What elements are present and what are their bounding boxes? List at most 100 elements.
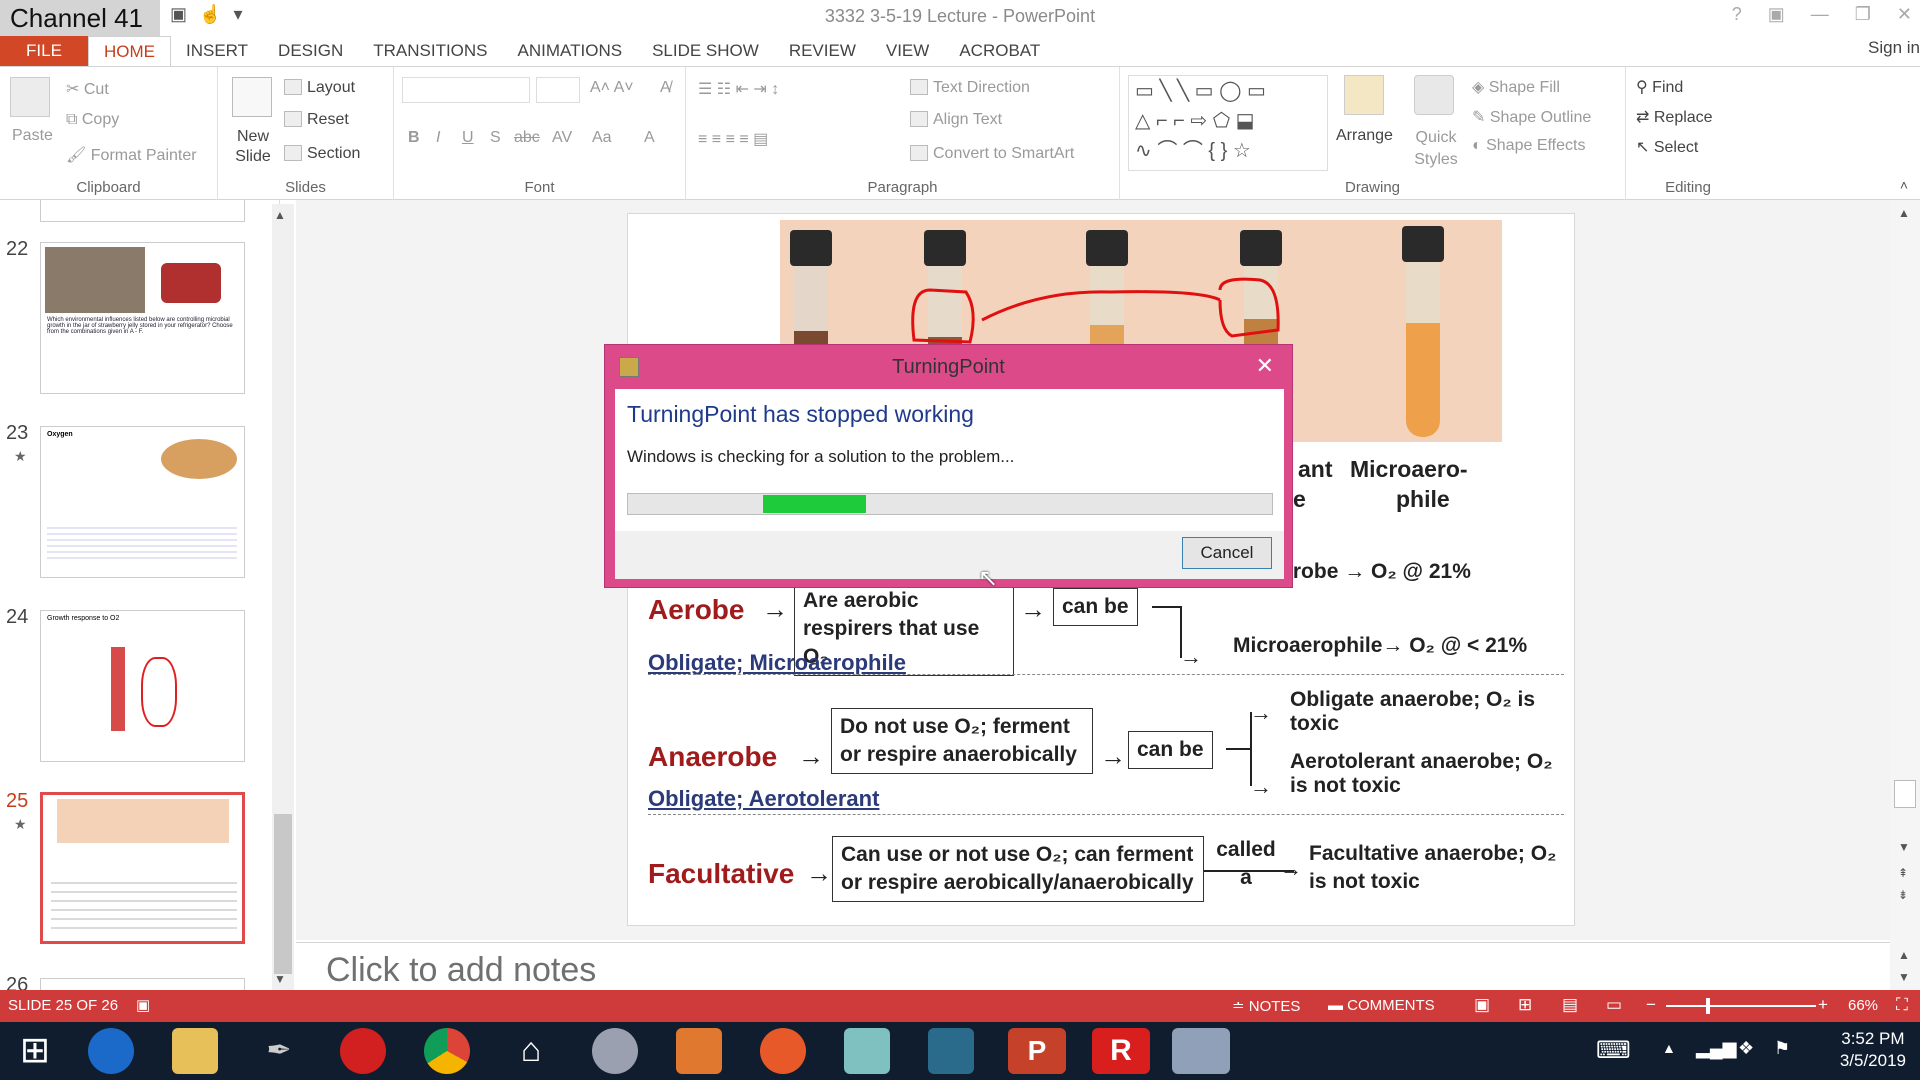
tab-transitions[interactable]: TRANSITIONS [358,36,502,66]
scroll-down-icon[interactable]: ▼ [274,972,286,986]
arrange-button[interactable]: Arrange [1336,127,1393,145]
slide-thumbnail-26[interactable] [40,978,245,990]
layout-button[interactable]: Layout [284,79,355,97]
zoom-out-button[interactable]: − [1646,995,1656,1015]
windows-start-icon[interactable]: ⊞ [12,1028,58,1074]
flag-icon[interactable]: ⚑ [1774,1038,1790,1059]
format-painter-button[interactable]: 🖌 Format Painter [66,145,197,165]
align-icons[interactable]: ≡ ≡ ≡ ≡ ▤ [698,129,768,149]
firefox-icon[interactable] [760,1028,806,1074]
font-size-select[interactable] [536,77,580,103]
select-button[interactable]: ↖ Select [1636,137,1698,157]
thumbnail-scrollbar[interactable]: ▲ ▼ [272,204,294,990]
notes-pane[interactable]: Click to add notes [296,942,1890,990]
scroll-up-icon[interactable]: ▲ [1898,206,1910,220]
scroll-down-icon[interactable]: ▼ [1898,970,1910,984]
turningpoint-icon[interactable] [1172,1028,1230,1074]
scroll-up-icon[interactable]: ▲ [274,208,286,222]
notes-toggle-button[interactable]: ≐ NOTES [1232,997,1300,1015]
slideshow-view-icon[interactable]: ▭ [1606,995,1622,1015]
system-clock[interactable]: 3:52 PM 3/5/2019 [1840,1028,1906,1072]
dropbox-icon[interactable]: ❖ [1738,1038,1754,1059]
keyboard-icon[interactable]: ⌨ [1596,1036,1631,1065]
slide-thumbnail-25[interactable] [40,792,245,944]
scroll-down-icon[interactable]: ▼ [1898,840,1910,854]
slide-thumbnail-21[interactable] [40,200,245,222]
tab-insert[interactable]: INSERT [171,36,263,66]
comments-toggle-button[interactable]: ▬ COMMENTS [1328,997,1435,1014]
dialog-close-button[interactable]: ✕ [1256,353,1274,379]
tab-slide-show[interactable]: SLIDE SHOW [637,36,774,66]
tray-expand-icon[interactable]: ▲ [1662,1040,1676,1056]
signal-icon[interactable]: ▂▄▆ [1696,1038,1736,1059]
ribbon-display-button[interactable]: ▣ [1768,4,1785,25]
help-button[interactable]: ? [1732,4,1742,25]
collapse-ribbon-icon[interactable]: ˄ [1900,177,1908,193]
char-spacing-button[interactable]: AV [552,129,572,147]
slide-thumbnail-23[interactable]: Oxygen [40,426,245,578]
section-button[interactable]: Section [284,145,360,163]
convert-smartart-button[interactable]: Convert to SmartArt [910,145,1074,163]
text-direction-button[interactable]: Text Direction [910,79,1030,97]
copy-button[interactable]: ⧉ Copy [66,111,119,129]
previous-slide-icon[interactable]: ⇞ [1898,866,1908,880]
sign-in-link[interactable]: Sign in [1868,38,1920,58]
find-button[interactable]: ⚲ Find [1636,77,1683,97]
slide-thumbnail-22[interactable]: Which environmental influences listed be… [40,242,245,394]
grow-font-icon[interactable]: A˄ A˅ [590,79,634,97]
quick-styles-button[interactable]: Quick Styles [1408,127,1464,171]
change-case-button[interactable]: Aa [592,129,612,147]
font-color-icon[interactable]: A [644,129,655,147]
shadow-button[interactable]: S [490,129,501,147]
zoom-slider-thumb[interactable] [1706,998,1710,1014]
zoom-slider[interactable] [1666,998,1816,1014]
scroll-up-icon[interactable]: ▲ [1898,948,1910,962]
fit-to-window-icon[interactable]: ⛶ [1896,995,1908,1015]
file-explorer-icon[interactable] [172,1028,218,1074]
maximize-button[interactable]: ❐ [1855,4,1871,25]
cut-button[interactable]: ✂ Cut [66,79,109,99]
tab-review[interactable]: REVIEW [774,36,871,66]
slide-scrollbar[interactable]: ▲ ▼ ⇞ ⇟ ▲ ▼ [1890,200,1920,990]
spelling-icon[interactable]: ▣ [136,996,150,1014]
replace-button[interactable]: ⇄ Replace [1636,107,1713,127]
align-text-button[interactable]: Align Text [910,111,1002,129]
underline-button[interactable]: U [462,129,474,147]
tab-view[interactable]: VIEW [871,36,944,66]
r-app-icon[interactable]: R [1092,1028,1150,1074]
chrome-icon[interactable] [424,1028,470,1074]
shape-outline-button[interactable]: ✎ Shape Outline [1472,107,1591,127]
tab-animations[interactable]: ANIMATIONS [503,36,638,66]
bold-button[interactable]: B [408,129,420,147]
slide-sorter-icon[interactable]: ⊞ [1518,995,1532,1015]
paste-button[interactable]: Paste [12,127,53,145]
normal-view-icon[interactable]: ▣ [1474,995,1490,1015]
new-slide-button[interactable]: New Slide [228,127,278,167]
shape-effects-button[interactable]: ◐ Shape Effects [1472,137,1585,155]
clear-format-icon[interactable]: A̸ [660,79,671,97]
reset-button[interactable]: Reset [284,111,349,129]
notes-placeholder[interactable]: Click to add notes [326,951,596,990]
shape-fill-button[interactable]: ◈ Shape Fill [1472,77,1560,97]
zoom-in-button[interactable]: + [1818,995,1828,1015]
notepad-app-icon[interactable] [844,1028,890,1074]
cube-app-icon[interactable] [928,1028,974,1074]
font-family-select[interactable] [402,77,530,103]
home-icon[interactable]: ⌂ [508,1028,554,1074]
scroll-thumb[interactable] [1894,780,1916,808]
shapes-gallery[interactable]: ▭ ╲ ╲ ▭ ◯ ▭ △ ⌐ ⌐ ⇨ ⬠ ⬓ ∿ ⌒ ⌒ { } ☆ [1128,75,1328,171]
scroll-thumb[interactable] [274,814,292,974]
strikethrough-button[interactable]: abc [514,129,540,147]
globe-app-icon[interactable] [592,1028,638,1074]
bullets-icon[interactable]: ☰ ☷ ⇤ ⇥ ↕ [698,79,779,99]
tab-file[interactable]: FILE [0,36,88,66]
zoom-level[interactable]: 66% [1848,997,1878,1014]
pen-tool-icon[interactable]: ✒ [256,1028,302,1074]
slide-thumbnail-24[interactable]: Growth response to O2 [40,610,245,762]
cancel-button[interactable]: Cancel [1182,537,1272,569]
tab-home[interactable]: HOME [88,36,171,66]
reading-view-icon[interactable]: ▤ [1562,995,1578,1015]
media-player-icon[interactable] [676,1028,722,1074]
next-slide-icon[interactable]: ⇟ [1898,888,1908,902]
tab-acrobat[interactable]: ACROBAT [944,36,1055,66]
